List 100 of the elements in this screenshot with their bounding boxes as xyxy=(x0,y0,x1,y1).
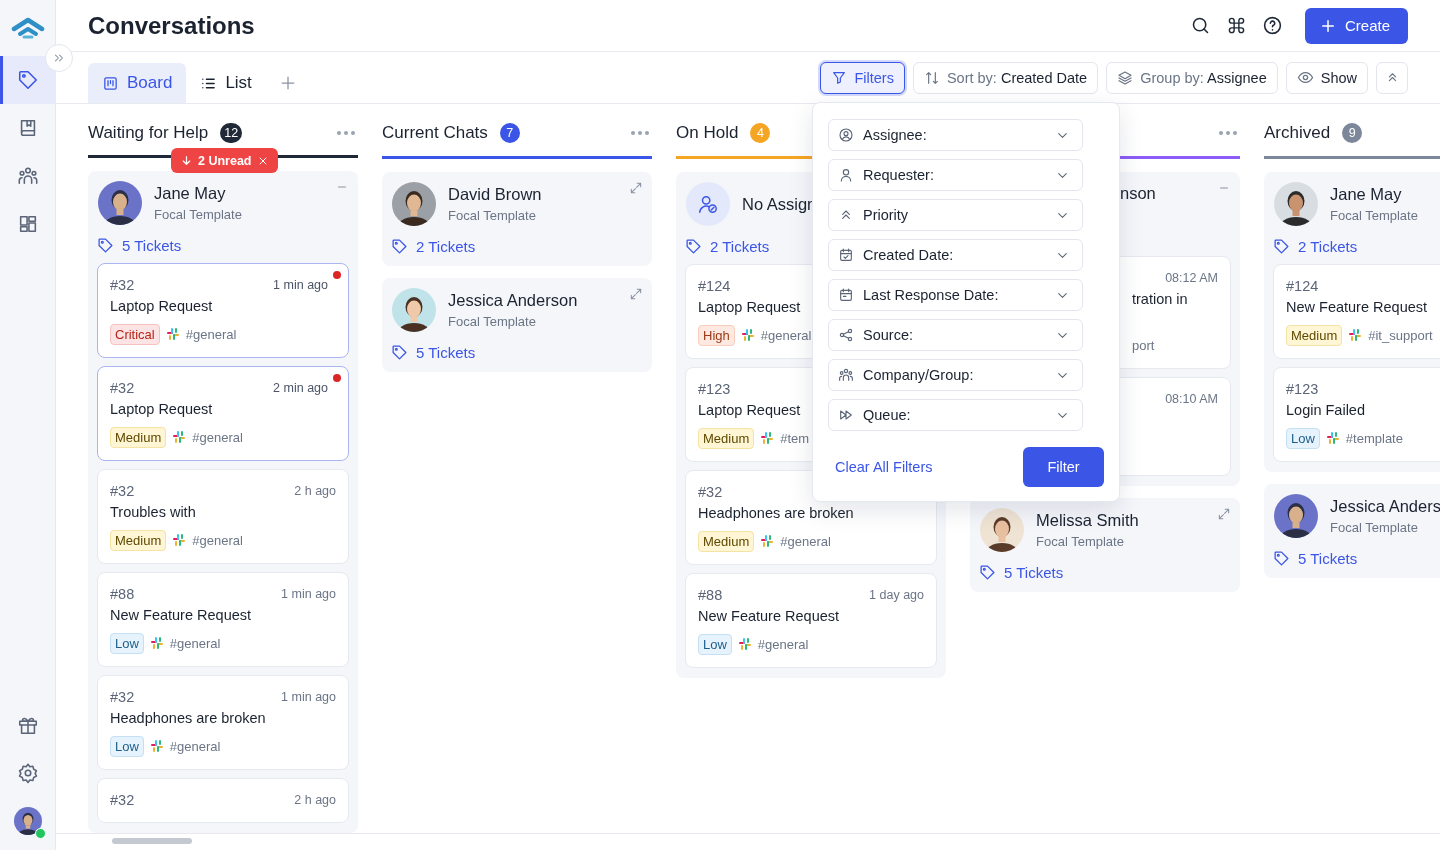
group-name: nson xyxy=(1120,184,1156,203)
ticket-time: 1 min ago xyxy=(281,587,336,601)
filter-button[interactable]: Filter xyxy=(1023,447,1104,487)
group-by-button[interactable]: Group by: Assignee xyxy=(1106,61,1278,94)
ticket-card[interactable]: #32 1 min ago Headphones are broken Low #general xyxy=(97,675,349,770)
ticket-card[interactable]: #32 2 h ago Troubles with Medium #general xyxy=(97,469,349,564)
priority-tag: Medium xyxy=(1286,324,1343,346)
group-subtitle: Focal Template xyxy=(1330,520,1419,535)
channel-name: #general xyxy=(169,635,221,651)
channel-icon xyxy=(165,327,180,341)
tickets-link[interactable]: 5 Tickets xyxy=(1273,548,1358,568)
ticket-card[interactable]: #32 2 h ago xyxy=(97,778,349,823)
filter-dropdown[interactable]: Created Date: xyxy=(828,239,1083,271)
priority-tag: High xyxy=(698,324,735,346)
expand-button[interactable] xyxy=(1217,507,1231,521)
channel-name: port xyxy=(1132,337,1155,353)
view-tab[interactable]: List xyxy=(186,63,266,103)
priority-tag: Low xyxy=(698,633,732,655)
tickets-link[interactable]: 2 Tickets xyxy=(685,236,770,256)
ticket-time: 2 h ago xyxy=(294,793,336,807)
filter-dropdown[interactable]: Queue: xyxy=(828,399,1083,431)
ticket-title: Laptop Request xyxy=(110,401,213,417)
user-icon xyxy=(838,167,854,183)
tickets-link[interactable]: 5 Tickets xyxy=(979,562,1064,582)
collapse-button[interactable] xyxy=(1376,61,1408,94)
tag-icon xyxy=(17,69,39,91)
expand-button[interactable] xyxy=(629,287,643,301)
filter-dropdown[interactable]: Requester: xyxy=(828,159,1083,191)
ticket-title: New Feature Request xyxy=(698,608,840,624)
channel-icon xyxy=(1325,431,1340,445)
channel-icon xyxy=(737,637,752,651)
filter-dropdown[interactable]: Company/Group: xyxy=(828,359,1083,391)
filter-dropdown[interactable]: Last Response Date: xyxy=(828,279,1083,311)
channel-icon xyxy=(172,430,187,444)
ticket-card[interactable]: #32 1 min ago Laptop Request Critical #general xyxy=(97,263,349,358)
expand-icon xyxy=(1217,507,1231,521)
ticket-card[interactable]: #32 2 min ago Laptop Request Medium #general xyxy=(97,366,349,461)
unread-chip[interactable]: 2 Unread xyxy=(171,148,278,173)
tickets-link[interactable]: 2 Tickets xyxy=(391,236,476,256)
sidebar-toggle[interactable] xyxy=(45,44,73,72)
tag-icon xyxy=(97,236,114,254)
create-button[interactable]: Create xyxy=(1304,7,1408,44)
people-icon xyxy=(838,367,854,383)
group-subtitle: Focal Template xyxy=(1330,208,1418,223)
ticket-id: #88 xyxy=(698,587,723,603)
more-icon[interactable] xyxy=(1218,130,1238,136)
unread-dot xyxy=(333,271,341,279)
ticket-title: Laptop Request xyxy=(110,298,213,314)
more-icon[interactable] xyxy=(336,129,356,136)
show-button[interactable]: Show xyxy=(1285,61,1368,94)
group-subtitle: Focal Template xyxy=(1036,534,1125,549)
sidebar-item[interactable] xyxy=(0,56,56,104)
user-circle-icon xyxy=(838,127,854,143)
board-icon xyxy=(102,74,119,92)
expand-icon xyxy=(629,181,643,195)
channel-name: #general xyxy=(780,533,831,549)
tag-icon xyxy=(391,343,408,361)
command-button[interactable] xyxy=(1226,16,1246,35)
ticket-card[interactable]: #88 1 day ago New Feature Request Low #general xyxy=(685,573,937,668)
tickets-link[interactable]: 5 Tickets xyxy=(391,342,476,362)
filter-dropdown[interactable]: Priority xyxy=(828,199,1083,231)
priority-tag: Low xyxy=(110,735,144,757)
tickets-link[interactable]: 5 Tickets xyxy=(97,235,182,255)
sort-button[interactable]: Sort by: Created Date xyxy=(912,61,1099,94)
filters-button[interactable]: Filters xyxy=(820,61,905,94)
filter-dropdown[interactable]: Source: xyxy=(828,319,1083,351)
tickets-link[interactable]: 2 Tickets xyxy=(1273,236,1358,256)
scrollbar[interactable] xyxy=(112,838,192,844)
people-icon xyxy=(17,165,39,187)
logo-icon[interactable] xyxy=(10,17,45,39)
help-button[interactable] xyxy=(1261,15,1283,36)
group-name: Jessica Anderson xyxy=(448,291,578,310)
command-icon xyxy=(1226,16,1246,35)
expand-button[interactable] xyxy=(629,181,643,195)
filter-dropdown[interactable]: Assignee: xyxy=(828,119,1083,151)
ticket-title: Troubles with xyxy=(110,504,196,520)
tag-icon xyxy=(979,563,996,581)
count-badge: 4 xyxy=(750,123,771,143)
ticket-id: #32 xyxy=(110,792,135,808)
page-title: Conversations xyxy=(88,11,256,40)
ticket-card[interactable]: #124 New Feature Request Medium #it_support xyxy=(1273,264,1440,359)
ticket-id: #123 xyxy=(1286,381,1319,397)
view-tab[interactable]: Board xyxy=(88,63,187,103)
ticket-id: #124 xyxy=(698,278,731,294)
ticket-title: New Feature Request xyxy=(110,607,252,623)
ticket-title: tration in xyxy=(1132,291,1188,307)
group-name: Jane May xyxy=(1330,185,1403,204)
group-subtitle: Focal Template xyxy=(154,207,242,222)
channel-icon xyxy=(740,328,755,342)
ticket-card[interactable]: #88 1 min ago New Feature Request Low #general xyxy=(97,572,349,667)
dashboard-icon xyxy=(17,213,39,235)
ticket-time: 2 h ago xyxy=(294,484,336,498)
group-subtitle: Focal Template xyxy=(448,314,537,329)
ticket-time: 08:10 AM xyxy=(1165,392,1218,406)
calendar-check-icon xyxy=(838,247,854,263)
ticket-card[interactable]: #123 Login Failed Low #template xyxy=(1273,367,1440,462)
more-icon[interactable] xyxy=(630,130,650,136)
user-check-icon xyxy=(697,193,719,215)
ticket-title: New Feature Request xyxy=(1286,299,1428,315)
ticket-time: 2 min ago xyxy=(273,381,328,395)
